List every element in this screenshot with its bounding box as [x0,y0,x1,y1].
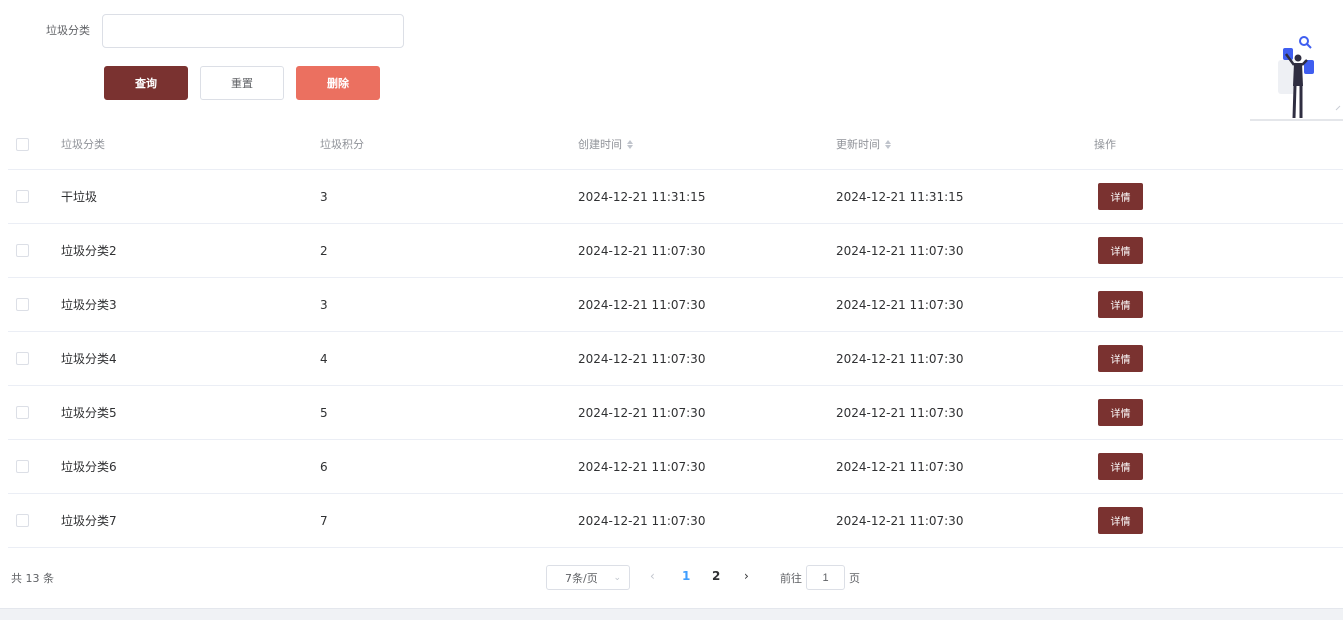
table-row: 垃圾分类6 6 2024-12-21 11:07:30 2024-12-21 1… [8,440,1343,494]
row-check-cell [16,332,29,385]
detail-button[interactable]: 详情 [1098,237,1143,264]
row-checkbox[interactable] [16,406,29,419]
detail-button[interactable]: 详情 [1098,291,1143,318]
goto-suffix: 页 [849,572,860,585]
detail-button[interactable]: 详情 [1098,399,1143,426]
row-check-cell [16,440,29,493]
detail-button[interactable]: 详情 [1098,507,1143,534]
cell-name: 干垃圾 [61,190,98,204]
table-row: 垃圾分类3 3 2024-12-21 11:07:30 2024-12-21 1… [8,278,1343,332]
cell-op: 详情 [1094,278,1143,331]
cell-score: 7 [320,513,328,528]
page-size-value: 7条/页 [565,571,598,585]
cell-op: 详情 [1094,332,1143,385]
cell-name: 垃圾分类7 [61,514,117,528]
select-all-checkbox[interactable] [16,137,29,151]
sort-icon[interactable] [627,139,633,149]
cell-updated: 2024-12-21 11:07:30 [836,243,964,258]
row-check-cell [16,224,29,277]
search-illustration [1250,36,1343,121]
goto-page-input[interactable] [806,565,845,590]
row-checkbox[interactable] [16,244,29,257]
prev-page-button[interactable]: ‹ [650,569,655,583]
cell-created: 2024-12-21 11:07:30 [578,405,706,420]
cell-name: 垃圾分类5 [61,406,117,420]
cell-op: 详情 [1094,440,1143,493]
cell-score: 6 [320,459,328,474]
table-header-row: 垃圾分类 垃圾积分 创建时间 更新时间 操作 [8,119,1343,170]
cell-created: 2024-12-21 11:07:30 [578,513,706,528]
chevron-down-icon: ⌄ [613,572,621,583]
row-check-cell [16,278,29,331]
table-row: 垃圾分类5 5 2024-12-21 11:07:30 2024-12-21 1… [8,386,1343,440]
header-created-label: 创建时间 [578,138,622,151]
page-button-2[interactable]: 2 [712,569,720,583]
header-score: 垃圾积分 [320,138,364,151]
search-label: 垃圾分类 [46,24,90,37]
cell-score: 5 [320,405,328,420]
cell-name: 垃圾分类3 [61,298,117,312]
cell-updated: 2024-12-21 11:31:15 [836,189,964,204]
cell-created: 2024-12-21 11:07:30 [578,459,706,474]
cell-created: 2024-12-21 11:07:30 [578,243,706,258]
cell-updated: 2024-12-21 11:07:30 [836,351,964,366]
header-created[interactable]: 创建时间 [578,119,633,169]
header-op: 操作 [1094,138,1116,151]
table-row: 垃圾分类4 4 2024-12-21 11:07:30 2024-12-21 1… [8,332,1343,386]
detail-button[interactable]: 详情 [1098,345,1143,372]
cell-op: 详情 [1094,494,1143,547]
next-page-button[interactable]: › [744,569,749,583]
cell-name: 垃圾分类6 [61,460,117,474]
page: 垃圾分类 查询 重置 删除 垃圾分类 垃圾积分 创建时间 更新时间 操作 干垃圾… [0,0,1343,620]
row-check-cell [16,494,29,547]
detail-button[interactable]: 详情 [1098,453,1143,480]
row-checkbox[interactable] [16,298,29,311]
total-count: 共 13 条 [11,572,54,585]
cell-score: 3 [320,189,328,204]
goto-label: 前往 [780,572,802,585]
cell-name: 垃圾分类2 [61,244,117,258]
cell-updated: 2024-12-21 11:07:30 [836,297,964,312]
table-row: 垃圾分类2 2 2024-12-21 11:07:30 2024-12-21 1… [8,224,1343,278]
query-button[interactable]: 查询 [104,66,188,100]
search-input[interactable] [102,14,404,48]
cell-op: 详情 [1094,170,1143,223]
detail-button[interactable]: 详情 [1098,183,1143,210]
cell-updated: 2024-12-21 11:07:30 [836,513,964,528]
header-name: 垃圾分类 [61,138,105,151]
row-check-cell [16,386,29,439]
cell-created: 2024-12-21 11:07:30 [578,297,706,312]
reset-button[interactable]: 重置 [200,66,284,100]
delete-button[interactable]: 删除 [296,66,380,100]
page-button-1[interactable]: 1 [682,569,690,583]
table-row: 干垃圾 3 2024-12-21 11:31:15 2024-12-21 11:… [8,170,1343,224]
cell-created: 2024-12-21 11:07:30 [578,351,706,366]
page-size-select[interactable]: 7条/页 ⌄ [546,565,630,590]
header-updated[interactable]: 更新时间 [836,119,891,169]
row-check-cell [16,170,29,223]
cell-name: 垃圾分类4 [61,352,117,366]
cell-score: 3 [320,297,328,312]
data-table: 垃圾分类 垃圾积分 创建时间 更新时间 操作 干垃圾 3 2024-12-21 … [8,119,1343,548]
row-checkbox[interactable] [16,460,29,473]
row-checkbox[interactable] [16,514,29,527]
header-updated-label: 更新时间 [836,138,880,151]
row-checkbox[interactable] [16,190,29,203]
cell-updated: 2024-12-21 11:07:30 [836,459,964,474]
sort-icon[interactable] [885,139,891,149]
cell-updated: 2024-12-21 11:07:30 [836,405,964,420]
row-checkbox[interactable] [16,352,29,365]
cell-score: 2 [320,243,328,258]
cell-op: 详情 [1094,386,1143,439]
select-all-cell [16,119,29,169]
footer-bar [0,608,1343,620]
cell-op: 详情 [1094,224,1143,277]
table-row: 垃圾分类7 7 2024-12-21 11:07:30 2024-12-21 1… [8,494,1343,548]
cell-score: 4 [320,351,328,366]
cell-created: 2024-12-21 11:31:15 [578,189,706,204]
